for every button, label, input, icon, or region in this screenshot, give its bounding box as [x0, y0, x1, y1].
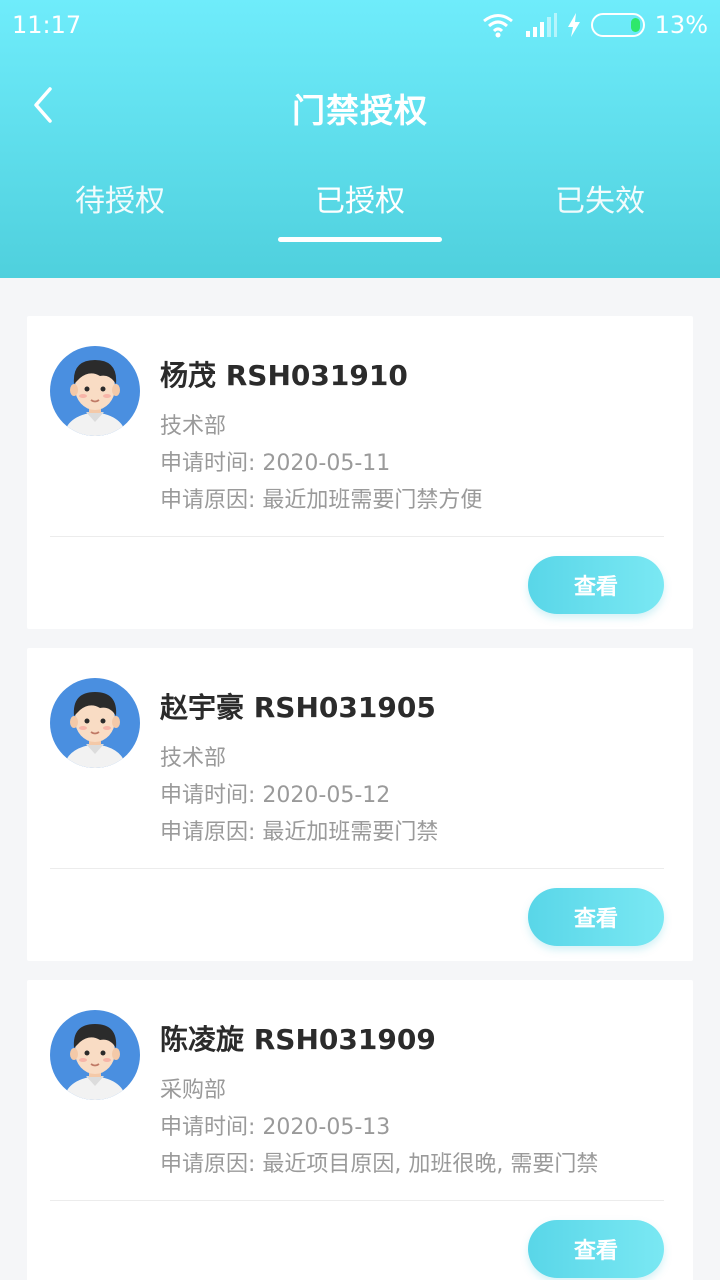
applicant-department: 技术部	[160, 414, 227, 439]
tab-pending[interactable]: 待授权	[0, 176, 240, 220]
divider	[50, 1200, 664, 1201]
apply-reason: 申请原因: 最近加班需要门禁方便	[160, 488, 483, 513]
nav-bar: 门禁授权	[0, 70, 720, 140]
applicant-department: 采购部	[160, 1078, 227, 1103]
divider	[50, 536, 664, 537]
page-title: 门禁授权	[292, 91, 428, 130]
authorization-card: 陈凌旋 RSH031909 采购部 申请时间: 2020-05-13 申请原因:…	[27, 980, 693, 1280]
authorization-card: 杨茂 RSH031910 技术部 申请时间: 2020-05-11 申请原因: …	[27, 316, 693, 629]
status-icons: 13%	[481, 11, 708, 39]
wifi-icon	[482, 14, 513, 38]
active-tab-indicator	[278, 237, 442, 242]
apply-reason: 申请原因: 最近项目原因, 加班很晚, 需要门禁	[160, 1152, 599, 1177]
applicant-name: 赵宇豪 RSH031905	[160, 691, 436, 724]
applicant-department: 技术部	[160, 746, 227, 771]
applicant-name: 杨茂 RSH031910	[160, 359, 408, 392]
battery-level	[630, 18, 640, 32]
status-time: 11:17	[12, 11, 82, 39]
view-button[interactable]: 查看	[528, 888, 664, 946]
avatar	[50, 678, 140, 768]
apply-time: 申请时间: 2020-05-11	[160, 451, 391, 476]
tab-authorized[interactable]: 已授权	[240, 176, 480, 220]
apply-time: 申请时间: 2020-05-12	[160, 783, 391, 808]
authorization-card: 赵宇豪 RSH031905 技术部 申请时间: 2020-05-12 申请原因:…	[27, 648, 693, 961]
battery-percent: 13%	[654, 11, 708, 39]
apply-time: 申请时间: 2020-05-13	[160, 1115, 391, 1140]
tab-expired[interactable]: 已失效	[480, 176, 720, 220]
battery-icon	[590, 13, 645, 37]
tab-bar: 待授权 已授权 已失效	[0, 166, 720, 246]
charging-bolt-icon	[567, 13, 580, 37]
status-bar: 11:17 13%	[0, 0, 720, 52]
view-button[interactable]: 查看	[528, 556, 664, 614]
avatar	[50, 346, 140, 436]
avatar	[50, 1010, 140, 1100]
applicant-name: 陈凌旋 RSH031909	[160, 1023, 436, 1056]
divider	[50, 868, 664, 869]
view-button[interactable]: 查看	[528, 1220, 664, 1278]
authorization-list: 杨茂 RSH031910 技术部 申请时间: 2020-05-11 申请原因: …	[0, 278, 720, 1280]
header: 11:17 13% 门禁授权 待授权 已授权 已失效	[0, 0, 720, 278]
apply-reason: 申请原因: 最近加班需要门禁	[160, 820, 439, 845]
signal-icon	[525, 13, 557, 37]
